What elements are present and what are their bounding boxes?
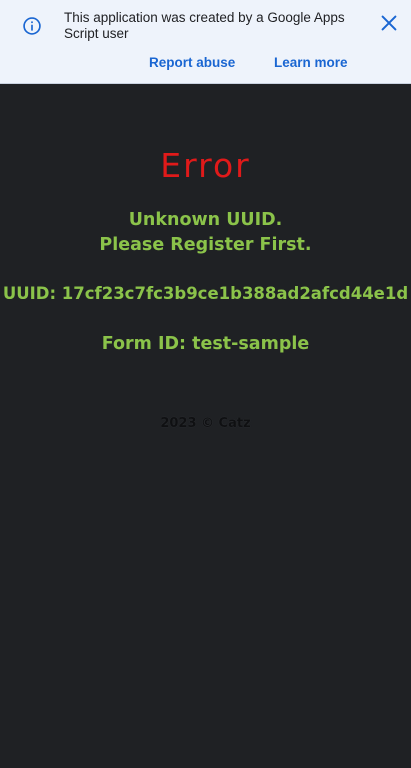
form-id-value: Form ID: test-sample (101, 334, 310, 354)
unknown-uuid-message: Unknown UUID. (128, 210, 283, 230)
banner-message: This application was created by a Google… (64, 10, 345, 41)
footer-copyright: 2023 © Catz (160, 416, 251, 431)
apps-script-banner: This application was created by a Google… (0, 0, 411, 84)
register-first-message: Please Register First. (99, 235, 312, 255)
close-icon[interactable] (378, 12, 400, 34)
error-title: Error (160, 146, 251, 185)
learn-more-link[interactable]: Learn more (274, 55, 348, 70)
uuid-value: UUID: 17cf23c7fc3b9ce1b388ad2afcd44e1d (2, 284, 409, 303)
report-abuse-link[interactable]: Report abuse (149, 55, 235, 70)
info-icon (23, 17, 41, 35)
